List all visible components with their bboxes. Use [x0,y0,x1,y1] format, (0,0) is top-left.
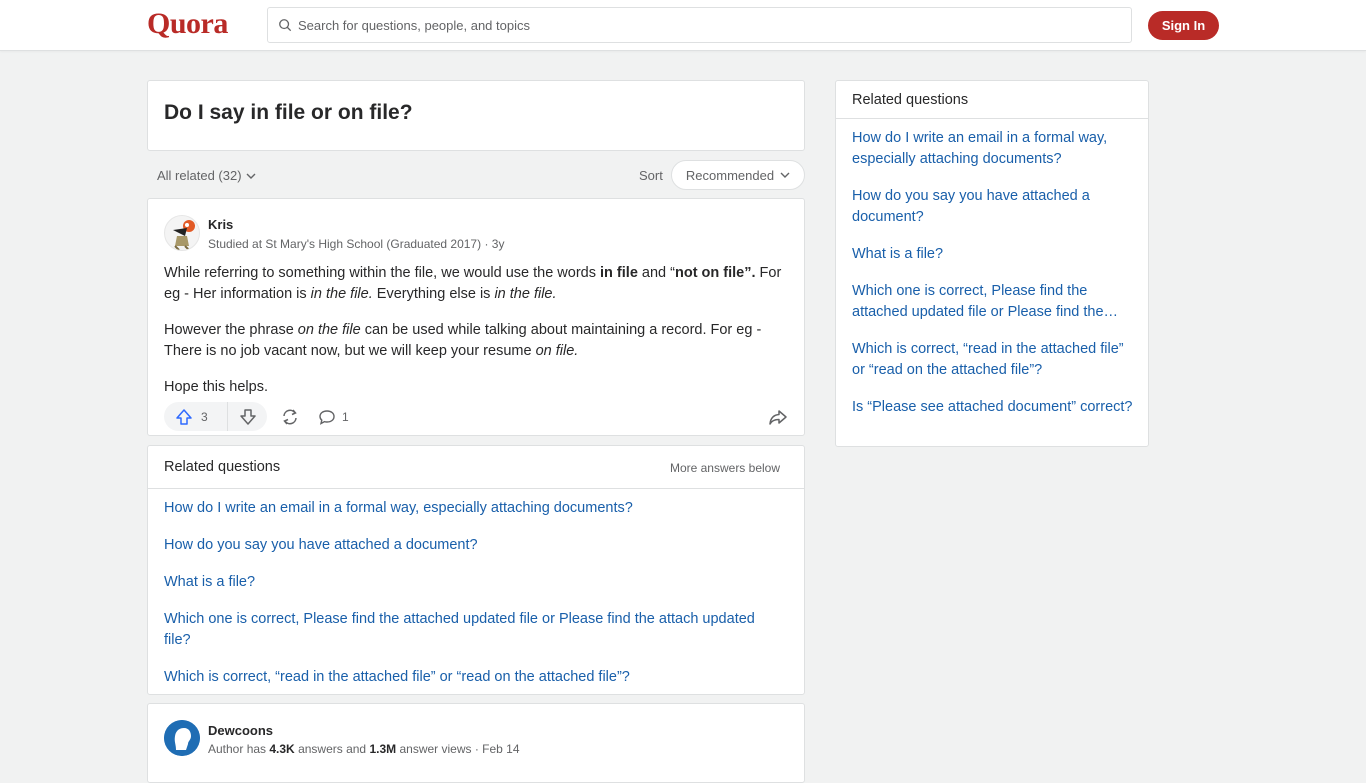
all-related-dropdown[interactable]: All related (32) [157,168,256,183]
related-title: Related questions [164,459,281,475]
sort-label: Sort [639,168,663,183]
avatar[interactable] [164,720,200,756]
sign-in-button[interactable]: Sign In [1148,11,1219,40]
related-question-link[interactable]: Which is correct, “read in the attached … [164,667,784,688]
answer-card: Kris Studied at St Mary's High School (G… [147,198,805,436]
avatar-image [173,220,195,250]
sidebar-title: Related questions [852,92,969,108]
answer-paragraph: While referring to something within the … [164,265,782,302]
comment-count: 1 [342,409,349,424]
answer-card-2: Dewcoons Author has 4.3K answers and 1.3… [147,703,805,783]
avatar[interactable] [164,215,200,251]
comments-button[interactable]: 1 [318,402,349,431]
sort-value: Recommended [685,167,775,183]
sidebar-related-questions: Related questions How do I write an emai… [835,80,1149,447]
author-credential: Author has 4.3K answers and 1.3M answer … [208,742,520,756]
related-header: Related questions More answers below [148,446,804,489]
sidebar-question-link[interactable]: Which is correct, “read in the attached … [852,339,1136,381]
sidebar-question-link[interactable]: What is a file? [852,244,1136,265]
question-title: Do I say in file or on file? [164,101,413,124]
avatar-image [164,720,200,756]
all-related-label: All related (32) [157,168,242,183]
related-question-link[interactable]: How do you say you have attached a docum… [164,535,784,556]
related-question-link[interactable]: Which one is correct, Please find the at… [164,609,784,651]
answer-actions: 3 1 [164,402,792,431]
sidebar-question-link[interactable]: How do you say you have attached a docum… [852,186,1136,228]
sidebar-question-link[interactable]: Which one is correct, Please find the at… [852,281,1136,323]
downvote-button[interactable] [228,402,267,431]
author-credential: Studied at St Mary's High School (Gradua… [208,237,505,251]
question-card: Do I say in file or on file? [147,80,805,151]
related-question-link[interactable]: What is a file? [164,572,784,593]
related-question-link[interactable]: How do I write an email in a formal way,… [164,498,784,519]
chevron-down-icon [246,173,256,179]
upvote-icon [176,408,192,425]
author-name[interactable]: Kris [208,217,233,232]
vote-pill: 3 [164,402,267,431]
downvote-icon [239,408,256,425]
comment-icon [319,409,335,425]
search-box[interactable] [267,7,1132,43]
author-name[interactable]: Dewcoons [208,723,273,738]
forward-share-icon[interactable] [768,407,788,427]
quora-logo[interactable]: Quora [147,7,228,41]
chevron-down-icon [780,172,790,178]
search-icon [279,19,292,32]
answer-paragraph: Hope this helps. [164,379,268,395]
more-answers-below: More answers below [669,461,780,475]
related-list: How do I write an email in a formal way,… [164,498,784,704]
top-bar: Quora Sign In [0,0,1366,51]
related-questions-inline: Related questions More answers below How… [147,445,805,695]
sidebar-question-link[interactable]: How do I write an email in a formal way,… [852,128,1136,170]
sort-dropdown[interactable]: Recommended [671,160,805,190]
sidebar-list: How do I write an email in a formal way,… [852,128,1136,434]
upvote-count: 3 [201,409,208,424]
share-icon[interactable] [280,407,300,427]
sidebar-header: Related questions [836,81,1148,119]
answer-paragraph: However the phrase on the file can be us… [164,322,762,359]
answer-body: While referring to something within the … [164,263,792,413]
search-input[interactable] [298,17,1098,33]
upvote-button[interactable]: 3 [164,402,228,431]
answer-filter-bar: All related (32) Sort Recommended [147,160,805,190]
sidebar-question-link[interactable]: Is “Please see attached document” correc… [852,397,1136,418]
